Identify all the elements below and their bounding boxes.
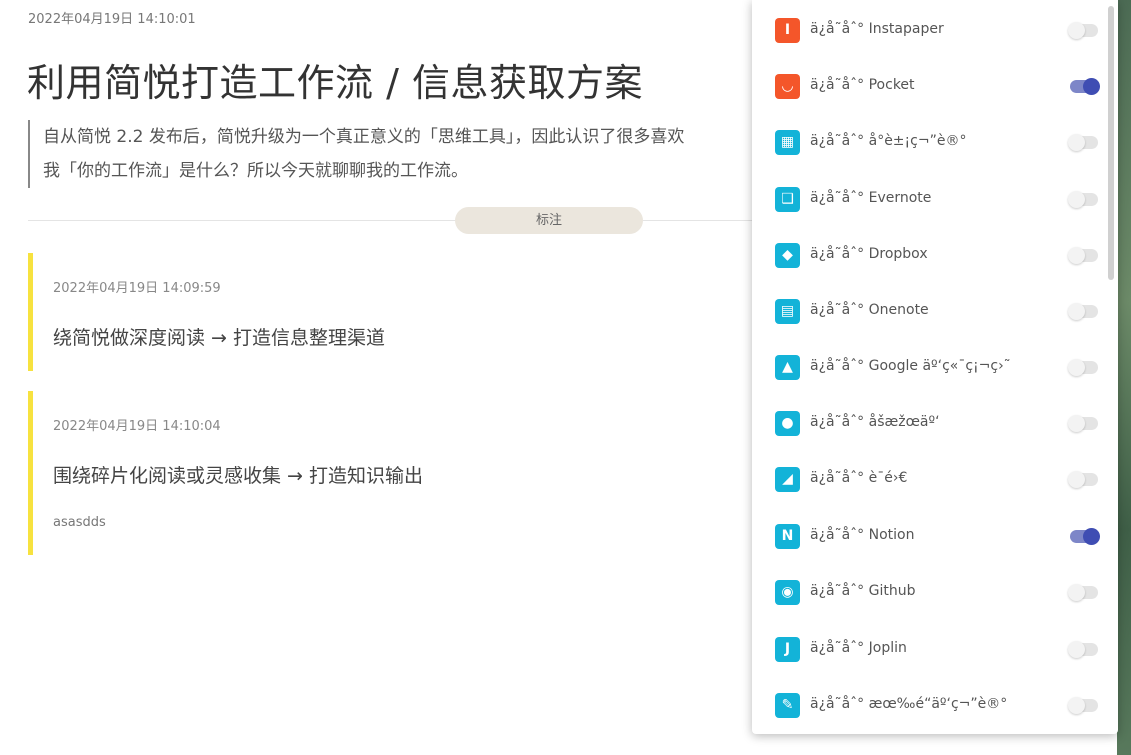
export-service-row[interactable]: ◢ ä¿å­˜åˆ° è¯­é›€ [752, 451, 1102, 507]
yinxiang-icon: ▦ [775, 130, 800, 155]
export-service-label: ä¿å­˜åˆ° Dropbox [810, 246, 928, 262]
export-service-toggle[interactable] [1068, 303, 1098, 320]
export-service-toggle[interactable] [1068, 641, 1098, 658]
annotation-text: 围绕碎片化阅读或灵感收集 → 打造知识输出 [53, 465, 424, 487]
annotation-timestamp: 2022年04月19日 14:10:04 [53, 419, 221, 434]
joplin-icon: J [775, 637, 800, 662]
background-wallpaper [1117, 0, 1131, 755]
article-view: 2022年04月19日 14:10:01 利用简悦打造工作流 / 信息获取方案 … [0, 0, 760, 755]
export-service-label: ä¿å­˜åˆ° Onenote [810, 302, 929, 318]
annotation-card[interactable]: 2022年04月19日 14:09:59 绕简悦做深度阅读 → 打造信息整理渠道 [28, 253, 756, 371]
export-service-toggle[interactable] [1068, 697, 1098, 714]
export-service-row[interactable]: ◉ ä¿å­˜åˆ° Github [752, 564, 1102, 620]
yuque-icon: ◢ [775, 467, 800, 492]
toggle-knob [1068, 303, 1085, 320]
export-service-toggle[interactable] [1068, 415, 1098, 432]
dropbox-icon: ◆ [775, 243, 800, 268]
onenote-icon: ▤ [775, 299, 800, 324]
export-service-label: ä¿å­˜åˆ° Github [810, 583, 916, 599]
export-service-row[interactable]: Nä¿å­˜åˆ° Notion [752, 508, 1102, 564]
page-title: 利用简悦打造工作流 / 信息获取方案 [27, 61, 643, 105]
toggle-knob [1083, 528, 1100, 545]
article-timestamp: 2022年04月19日 14:10:01 [28, 12, 196, 27]
export-service-label: ä¿å­˜åˆ° å°è±¡ç¬”è®° [810, 133, 967, 149]
youdao-note-icon: ✎ [775, 693, 800, 718]
annotations-section-label: 标注 [455, 207, 643, 234]
export-service-toggle[interactable] [1070, 78, 1100, 95]
article-summary: 自从简悦 2.2 发布后，简悦升级为一个真正意义的「思维工具」，因此认识了很多喜… [28, 120, 768, 188]
export-service-row[interactable]: ▤ ä¿å­˜åˆ° Onenote [752, 283, 1102, 339]
export-service-toggle[interactable] [1068, 134, 1098, 151]
github-icon: ◉ [775, 580, 800, 605]
toggle-knob [1068, 697, 1085, 714]
toggle-knob [1068, 471, 1085, 488]
export-service-row[interactable]: ◆ ä¿å­˜åˆ° Dropbox [752, 227, 1102, 283]
export-service-toggle[interactable] [1068, 22, 1098, 39]
toggle-knob [1068, 584, 1085, 601]
toggle-knob [1068, 641, 1085, 658]
toggle-knob [1068, 415, 1085, 432]
notion-icon: N [775, 524, 800, 549]
summary-line: 自从简悦 2.2 发布后，简悦升级为一个真正意义的「思维工具」，因此认识了很多喜… [43, 127, 685, 147]
pocket-icon: ◡ [775, 74, 800, 99]
export-service-toggle[interactable] [1068, 359, 1098, 376]
annotation-text: 绕简悦做深度阅读 → 打造信息整理渠道 [53, 327, 385, 349]
export-service-row[interactable]: ● ä¿å­˜åˆ° åšæžœäº‘ [752, 395, 1102, 451]
export-service-row[interactable]: ▲ ä¿å­˜åˆ° Google äº‘ç«¯ç¡¬ç›˜ [752, 339, 1102, 395]
toggle-knob [1068, 134, 1085, 151]
jianguoyun-icon: ● [775, 411, 800, 436]
export-service-toggle[interactable] [1068, 191, 1098, 208]
export-service-row[interactable]: Jä¿å­˜åˆ° Joplin [752, 621, 1102, 677]
export-service-row[interactable]: Iä¿å­˜åˆ° Instapaper [752, 2, 1102, 58]
export-service-label: ä¿å­˜åˆ° åšæžœäº‘ [810, 414, 940, 430]
export-service-row[interactable]: ◡ ä¿å­˜åˆ° Pocket [752, 58, 1102, 114]
instapaper-icon: I [775, 18, 800, 43]
toggle-knob [1068, 22, 1085, 39]
export-service-row[interactable]: ✎ ä¿å­˜åˆ° æœ‰é“äº‘ç¬”è®° [752, 677, 1102, 733]
export-service-label: ä¿å­˜åˆ° Evernote [810, 190, 932, 206]
toggle-knob [1068, 191, 1085, 208]
annotation-card[interactable]: 2022年04月19日 14:10:04 围绕碎片化阅读或灵感收集 → 打造知识… [28, 391, 756, 555]
toggle-knob [1083, 78, 1100, 95]
export-service-label: ä¿å­˜åˆ° æœ‰é“äº‘ç¬”è®° [810, 696, 1008, 712]
export-service-label: ä¿å­˜åˆ° Notion [810, 527, 915, 543]
export-service-label: ä¿å­˜åˆ° Google äº‘ç«¯ç¡¬ç›˜ [810, 358, 1011, 374]
section-divider [28, 220, 756, 221]
summary-line: 我「你的工作流」是什么？所以今天就聊聊我的工作流。 [43, 161, 468, 181]
export-service-label: ä¿å­˜åˆ° Joplin [810, 640, 907, 656]
annotation-timestamp: 2022年04月19日 14:09:59 [53, 281, 221, 296]
export-service-toggle[interactable] [1068, 247, 1098, 264]
export-service-toggle[interactable] [1068, 584, 1098, 601]
annotation-note: asasdds [53, 515, 106, 530]
toggle-knob [1068, 247, 1085, 264]
panel-scrollbar[interactable] [1108, 6, 1114, 280]
export-service-row[interactable]: ▦ ä¿å­˜åˆ° å°è±¡ç¬”è®° [752, 114, 1102, 170]
export-service-panel: Iä¿å­˜åˆ° Instapaper ◡ ä¿å­˜åˆ° Pocket ▦ ä¿å… [752, 0, 1118, 734]
export-service-toggle[interactable] [1070, 528, 1100, 545]
export-service-label: ä¿å­˜åˆ° Pocket [810, 77, 915, 93]
export-service-label: ä¿å­˜åˆ° Instapaper [810, 21, 944, 37]
toggle-knob [1068, 359, 1085, 376]
export-service-toggle[interactable] [1068, 471, 1098, 488]
google-drive-icon: ▲ [775, 355, 800, 380]
export-service-row[interactable]: ❑ ä¿å­˜åˆ° Evernote [752, 171, 1102, 227]
export-service-label: ä¿å­˜åˆ° è¯­é›€ [810, 470, 908, 486]
evernote-icon: ❑ [775, 187, 800, 212]
